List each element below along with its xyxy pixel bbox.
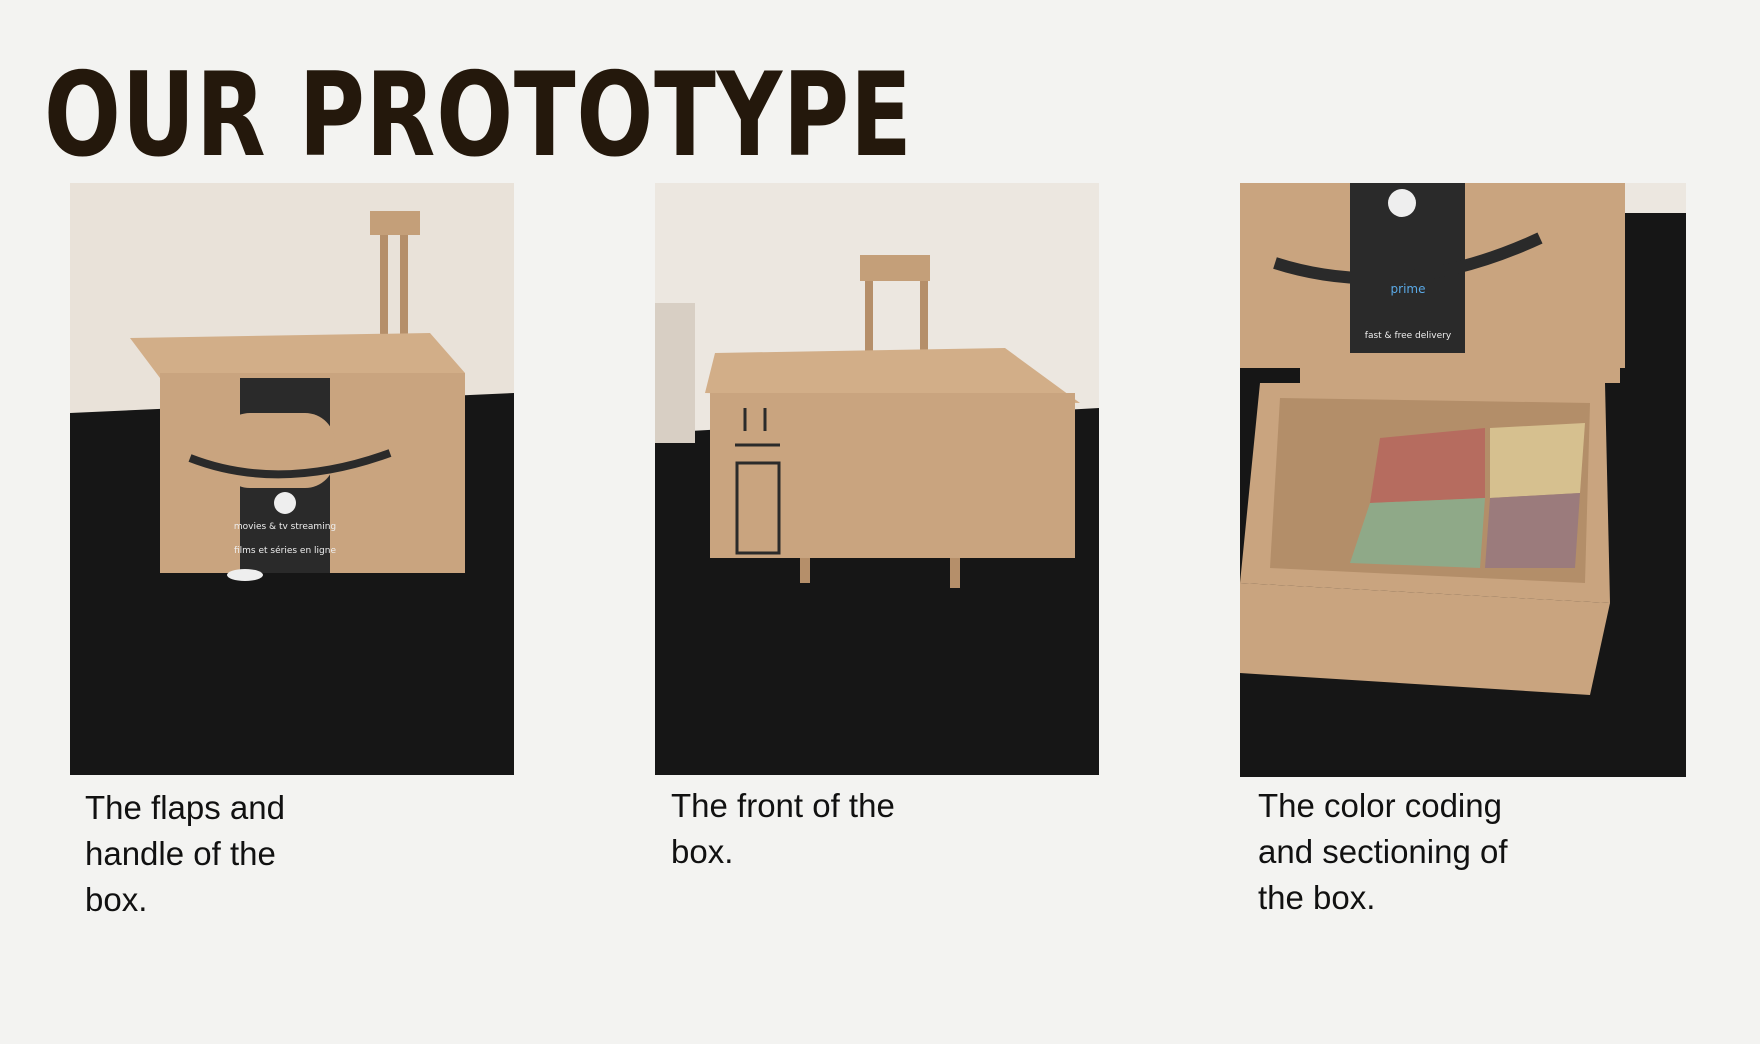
photo-flaps-handle: movies & tv streaming films et séries en…: [70, 183, 514, 775]
box-print-bottom: films et séries en ligne: [234, 545, 336, 556]
caption-color-coding: The color coding and sectioning of the b…: [1258, 787, 1508, 916]
photo-color-coding: fast & free delivery prime: [1240, 183, 1686, 777]
box-print-top: fast & free delivery: [1365, 331, 1452, 341]
page-title: OUR PROTOTYPE: [44, 48, 913, 183]
caption-flaps-handle: The flaps and handle of the box.: [85, 789, 285, 918]
box-print-top: movies & tv streaming: [234, 522, 336, 532]
box-print-bottom: prime: [1391, 282, 1426, 296]
photo-front: [655, 183, 1099, 775]
caption-front: The front of the box.: [671, 787, 895, 870]
